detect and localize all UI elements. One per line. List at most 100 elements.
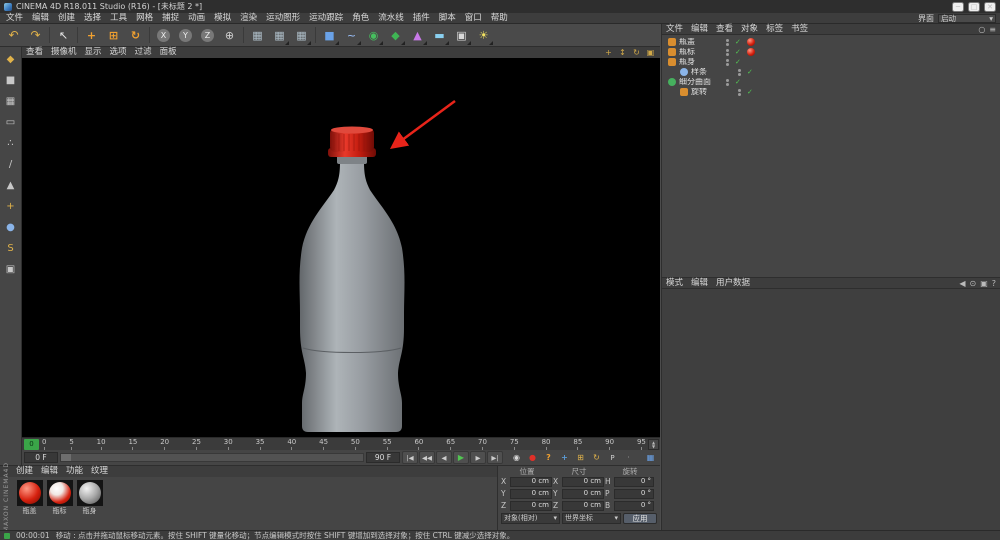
attribute-manager-menu-item[interactable]: 模式 (666, 279, 683, 288)
size-x-field[interactable]: 0 cm (562, 477, 604, 487)
menu-item[interactable]: 运动图形 (266, 14, 300, 23)
key-rotation-toggle[interactable]: ↻ (589, 451, 604, 464)
pos-x-field[interactable]: 0 cm (510, 477, 552, 487)
separator[interactable] (241, 25, 246, 46)
menu-item[interactable]: 模拟 (214, 14, 231, 23)
attribute-manager-menu-item[interactable]: 编辑 (691, 279, 708, 288)
add-primitive-button[interactable]: ■ (319, 25, 340, 46)
current-frame-field[interactable]: 0 F (24, 452, 58, 463)
record-keyframe-button[interactable]: ◉ (509, 451, 524, 464)
object-row[interactable]: 样条 ✓ (662, 67, 1000, 77)
redo-button[interactable]: ↷ (25, 25, 46, 46)
orbit-view-icon[interactable]: ↻ (631, 48, 642, 58)
add-spline-button[interactable]: ~ (341, 25, 362, 46)
model-mode-button[interactable]: ■ (2, 71, 20, 89)
previous-key-button[interactable]: ◀◀ (419, 451, 435, 464)
workplane-mode-button[interactable]: ▭ (2, 113, 20, 131)
move-tool-button[interactable]: + (81, 25, 102, 46)
end-frame-field[interactable]: 90 F (366, 452, 400, 463)
key-scale-toggle[interactable]: ⊞ (573, 451, 588, 464)
viewport-menu-item[interactable]: 摄像机 (51, 48, 77, 57)
visibility-dots-icon[interactable] (726, 39, 729, 46)
rot-p-field[interactable]: 0 ° (614, 489, 654, 499)
object-row[interactable]: 旋转 ✓ (662, 87, 1000, 97)
material-tag-icon[interactable] (747, 48, 755, 56)
points-mode-button[interactable]: ∴ (2, 134, 20, 152)
menu-item[interactable]: 脚本 (439, 14, 456, 23)
visibility-dots-icon[interactable] (738, 89, 741, 96)
playback-options-button[interactable]: ▦ (643, 451, 658, 464)
back-arrow-icon[interactable]: ◀ (959, 279, 965, 288)
key-position-toggle[interactable]: + (557, 451, 572, 464)
enabled-check-icon[interactable]: ✓ (735, 59, 741, 66)
scale-tool-button[interactable]: ⊞ (103, 25, 124, 46)
add-light-button[interactable]: ☀ (473, 25, 494, 46)
lock-x-axis-button[interactable]: X (153, 25, 174, 46)
key-parameter-toggle[interactable]: P (605, 451, 620, 464)
viewport-solo-button[interactable]: ● (2, 218, 20, 236)
object-name[interactable]: 细分曲面 (679, 78, 719, 86)
menu-item[interactable]: 帮助 (491, 14, 508, 23)
menu-item[interactable]: 捕捉 (162, 14, 179, 23)
track-icon[interactable]: ⊙ (969, 279, 976, 288)
menu-item[interactable]: 工具 (110, 14, 127, 23)
menu-item[interactable]: 文件 (6, 14, 23, 23)
current-frame-marker[interactable]: 0 (24, 439, 39, 450)
goto-end-button[interactable]: ▶| (487, 451, 503, 464)
viewport-menu-item[interactable]: 查看 (26, 48, 43, 57)
object-name[interactable]: 瓶盖 (679, 38, 719, 46)
render-view-button[interactable]: ▦ (247, 25, 268, 46)
object-row[interactable]: 瓶盖 ✓ (662, 37, 1000, 47)
visibility-dots-icon[interactable] (726, 79, 729, 86)
object-manager-menu-item[interactable]: 查看 (716, 25, 733, 34)
object-name[interactable]: 样条 (691, 68, 731, 76)
coord-system-dropdown[interactable]: 世界坐标 ▾ (562, 513, 621, 524)
apply-button[interactable]: 应用 (623, 513, 657, 524)
object-manager-menu-item[interactable]: 对象 (741, 25, 758, 34)
lock-y-axis-button[interactable]: Y (175, 25, 196, 46)
dolly-view-icon[interactable]: ↕ (617, 48, 628, 58)
visibility-dots-icon[interactable] (738, 69, 741, 76)
render-settings-button[interactable]: ▦ (291, 25, 312, 46)
rot-h-field[interactable]: 0 ° (614, 477, 654, 487)
viewport-panel[interactable]: 查看摄像机显示选项过滤面板 +↕↻▣ (22, 47, 660, 437)
spinner-down-icon[interactable]: ▼ (652, 445, 655, 449)
add-environment-button[interactable]: ▬ (429, 25, 450, 46)
close-button[interactable]: ✕ (984, 2, 996, 12)
enabled-check-icon[interactable]: ✓ (735, 49, 741, 56)
visibility-dots-icon[interactable] (726, 49, 729, 56)
pos-y-field[interactable]: 0 cm (510, 489, 552, 499)
next-frame-button[interactable]: ▶ (470, 451, 486, 464)
menu-item[interactable]: 网格 (136, 14, 153, 23)
goto-start-button[interactable]: |◀ (402, 451, 418, 464)
enabled-check-icon[interactable]: ✓ (735, 79, 741, 86)
make-editable-button[interactable]: ◆ (2, 50, 20, 68)
object-row[interactable]: 细分曲面 ✓ (662, 77, 1000, 87)
rotate-tool-button[interactable]: ↻ (125, 25, 146, 46)
lock-z-axis-button[interactable]: Z (197, 25, 218, 46)
enable-axis-button[interactable]: + (2, 197, 20, 215)
object-name[interactable]: 旋转 (691, 88, 731, 96)
lock-workplane-button[interactable]: ▣ (2, 260, 20, 278)
enabled-check-icon[interactable]: ✓ (747, 89, 753, 96)
lock-icon[interactable]: ▣ (980, 279, 988, 288)
separator[interactable] (147, 25, 152, 46)
timeline-scrub-track[interactable] (60, 453, 364, 462)
toggle-views-icon[interactable]: ▣ (645, 48, 656, 58)
menu-item[interactable]: 流水线 (378, 14, 404, 23)
add-deformer-button[interactable]: ▲ (407, 25, 428, 46)
texture-mode-button[interactable]: ▦ (2, 92, 20, 110)
edges-mode-button[interactable]: / (2, 155, 20, 173)
menu-item[interactable]: 渲染 (240, 14, 257, 23)
filter-icon[interactable]: ≡ (989, 25, 996, 34)
render-picture-viewer-button[interactable]: ▦ (269, 25, 290, 46)
add-generator-button[interactable]: ◆ (385, 25, 406, 46)
help-icon[interactable]: ? (992, 279, 996, 288)
viewport-canvas[interactable] (22, 58, 660, 437)
object-name[interactable]: 瓶标 (679, 48, 719, 56)
viewport-menu-item[interactable]: 面板 (160, 48, 177, 57)
material-item[interactable]: 瓶身 (76, 480, 103, 515)
menu-item[interactable]: 角色 (352, 14, 369, 23)
menu-item[interactable]: 创建 (58, 14, 75, 23)
separator[interactable] (47, 25, 52, 46)
